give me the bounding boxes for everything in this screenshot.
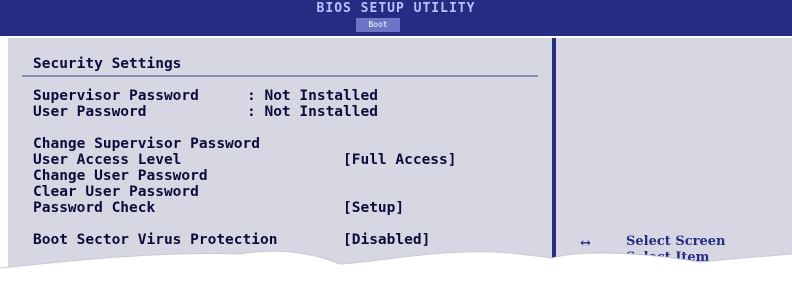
- title-bar: BIOS SETUP UTILITY Boot: [0, 0, 792, 36]
- user-access-level-item[interactable]: User Access Level: [33, 152, 181, 168]
- boot-sector-virus-protection-item[interactable]: Boot Sector Virus Protection: [33, 232, 277, 248]
- supervisor-password-status: : Not Installed: [247, 88, 378, 104]
- up-down-arrow-icon: ↕: [580, 252, 591, 267]
- tab-boot[interactable]: Boot: [356, 18, 400, 32]
- password-check-item[interactable]: Password Check: [33, 200, 155, 216]
- help-select-item: Select Item: [626, 250, 710, 265]
- supervisor-password-label: Supervisor Password: [33, 88, 199, 104]
- clear-user-password-item[interactable]: Clear User Password: [33, 184, 199, 200]
- user-password-label: User Password: [33, 104, 147, 120]
- user-password-status: : Not Installed: [247, 104, 378, 120]
- app-title: BIOS SETUP UTILITY: [316, 1, 476, 16]
- password-check-value[interactable]: [Setup]: [343, 200, 404, 216]
- change-user-password-item[interactable]: Change User Password: [33, 168, 208, 184]
- left-right-arrow-icon: ↔: [580, 236, 591, 251]
- section-divider: [22, 75, 538, 77]
- user-access-level-value[interactable]: [Full Access]: [343, 152, 457, 168]
- bios-screen: BIOS SETUP UTILITY Boot Security Setting…: [0, 0, 792, 284]
- section-title: Security Settings: [33, 56, 182, 72]
- change-supervisor-password-item[interactable]: Change Supervisor Password: [33, 136, 260, 152]
- boot-sector-virus-protection-value[interactable]: [Disabled]: [343, 232, 430, 248]
- help-select-screen: Select Screen: [626, 234, 726, 249]
